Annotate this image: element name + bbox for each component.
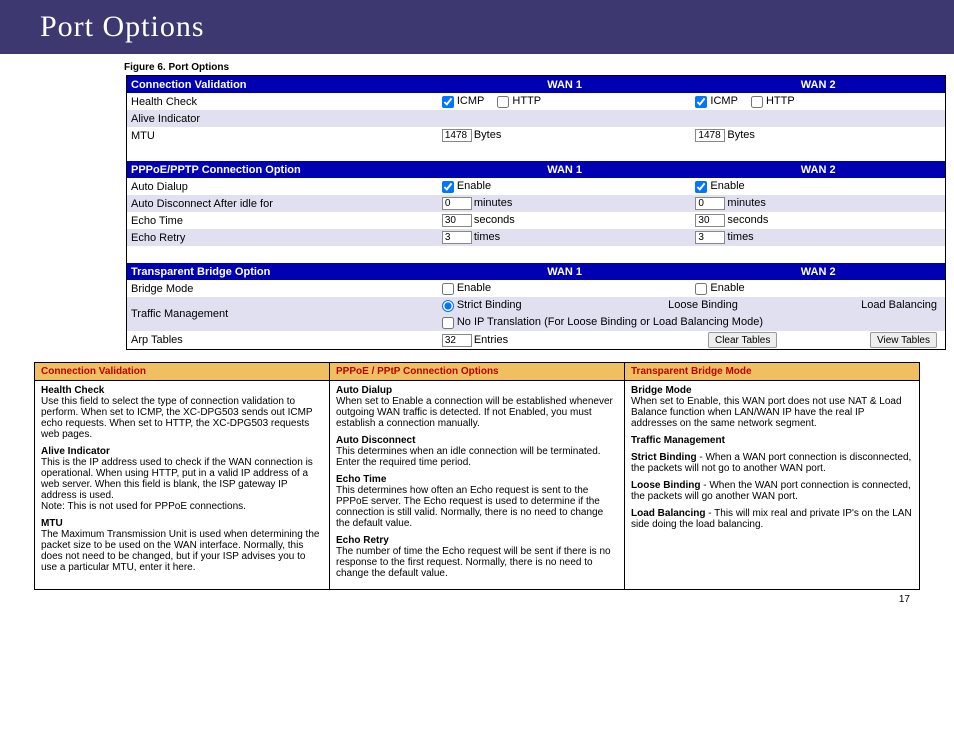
row-auto-disconnect: Auto Disconnect After idle for minutes m… (127, 195, 945, 212)
mtu-input-wan2[interactable] (695, 129, 725, 142)
section-connection-validation-header: Connection Validation WAN 1 WAN 2 (127, 76, 945, 93)
mtu-unit: Bytes (474, 129, 502, 141)
unit: Entries (474, 334, 508, 346)
page-title: Port Options (0, 0, 954, 54)
label: Alive Indicator (127, 110, 438, 127)
config-panel: Connection Validation WAN 1 WAN 2 Health… (126, 75, 946, 350)
traffic-strict-radio[interactable]: Strict Binding (442, 299, 522, 311)
page-number: 17 (34, 594, 920, 605)
wan2-label: WAN 2 (691, 161, 945, 178)
wan2-label: WAN 2 (691, 76, 945, 93)
wan1-label: WAN 1 (438, 161, 692, 178)
unit: times (474, 231, 500, 243)
description-table: Connection Validation PPPoE / PPtP Conne… (34, 362, 920, 590)
health-check-http-wan1[interactable]: HTTP (497, 95, 541, 107)
auto-disconnect-input-wan1[interactable] (442, 197, 472, 210)
desc-col2: Auto DialupWhen set to Enable a connecti… (330, 381, 625, 590)
auto-disconnect-input-wan2[interactable] (695, 197, 725, 210)
view-tables-button[interactable]: View Tables (870, 332, 937, 348)
desc-head-pppoe: PPPoE / PPtP Connection Options (330, 363, 625, 381)
auto-dialup-enable-wan1[interactable]: Enable (442, 180, 491, 192)
unit: minutes (727, 197, 766, 209)
health-check-icmp-wan2[interactable]: ICMP (695, 95, 738, 107)
label: Echo Time (127, 212, 438, 229)
row-arp-tables: Arp Tables Entries Clear Tables View Tab… (127, 331, 945, 349)
wan2-label: WAN 2 (691, 263, 945, 280)
unit: seconds (474, 214, 515, 226)
section-bridge-header: Transparent Bridge Option WAN 1 WAN 2 (127, 263, 945, 280)
desc-col1: Health CheckUse this field to select the… (35, 381, 330, 590)
label: Arp Tables (127, 331, 438, 349)
row-bridge-mode: Bridge Mode Enable Enable (127, 280, 945, 297)
row-traffic-mgmt-radios: Traffic Management Strict Binding Loose … (127, 297, 945, 314)
section-pppoe-header: PPPoE/PPTP Connection Option WAN 1 WAN 2 (127, 161, 945, 178)
label: Auto Dialup (127, 178, 438, 195)
label: Health Check (127, 93, 438, 110)
health-check-http-wan2[interactable]: HTTP (751, 95, 795, 107)
desc-col3: Bridge ModeWhen set to Enable, this WAN … (625, 381, 920, 590)
page-content: Figure 6. Port Options Connection Valida… (0, 54, 954, 605)
bridge-enable-wan2[interactable]: Enable (695, 282, 744, 294)
figure-caption: Figure 6. Port Options (124, 62, 920, 73)
label: Auto Disconnect After idle for (127, 195, 438, 212)
clear-tables-button[interactable]: Clear Tables (708, 332, 777, 348)
label: Bridge Mode (127, 280, 438, 297)
wan1-label: WAN 1 (438, 263, 692, 280)
section-title: PPPoE/PPTP Connection Option (127, 161, 438, 178)
row-echo-retry: Echo Retry times times (127, 229, 945, 246)
label: Echo Retry (127, 229, 438, 246)
label: Traffic Management (127, 297, 438, 331)
wan1-label: WAN 1 (438, 76, 692, 93)
bridge-enable-wan1[interactable]: Enable (442, 282, 491, 294)
health-check-icmp-wan1[interactable]: ICMP (442, 95, 485, 107)
traffic-loose-radio[interactable]: Loose Binding (653, 299, 738, 311)
label: MTU (127, 127, 438, 144)
desc-head-connection-validation: Connection Validation (35, 363, 330, 381)
unit: seconds (727, 214, 768, 226)
echo-retry-input-wan1[interactable] (442, 231, 472, 244)
row-health-check: Health Check ICMP HTTP ICMP HTTP (127, 93, 945, 110)
auto-dialup-enable-wan2[interactable]: Enable (695, 180, 744, 192)
unit: times (727, 231, 753, 243)
section-title: Transparent Bridge Option (127, 263, 438, 280)
echo-time-input-wan2[interactable] (695, 214, 725, 227)
unit: minutes (474, 197, 513, 209)
row-echo-time: Echo Time seconds seconds (127, 212, 945, 229)
traffic-balance-radio[interactable]: Load Balancing (846, 299, 937, 311)
arp-entries-input[interactable] (442, 334, 472, 347)
no-ip-translation-checkbox[interactable]: No IP Translation (For Loose Binding or … (442, 316, 763, 328)
row-auto-dialup: Auto Dialup Enable Enable (127, 178, 945, 195)
desc-head-bridge: Transparent Bridge Mode (625, 363, 920, 381)
row-alive-indicator: Alive Indicator (127, 110, 945, 127)
echo-retry-input-wan2[interactable] (695, 231, 725, 244)
echo-time-input-wan1[interactable] (442, 214, 472, 227)
mtu-unit: Bytes (727, 129, 755, 141)
mtu-input-wan1[interactable] (442, 129, 472, 142)
section-title: Connection Validation (127, 76, 438, 93)
row-mtu: MTU Bytes Bytes (127, 127, 945, 144)
